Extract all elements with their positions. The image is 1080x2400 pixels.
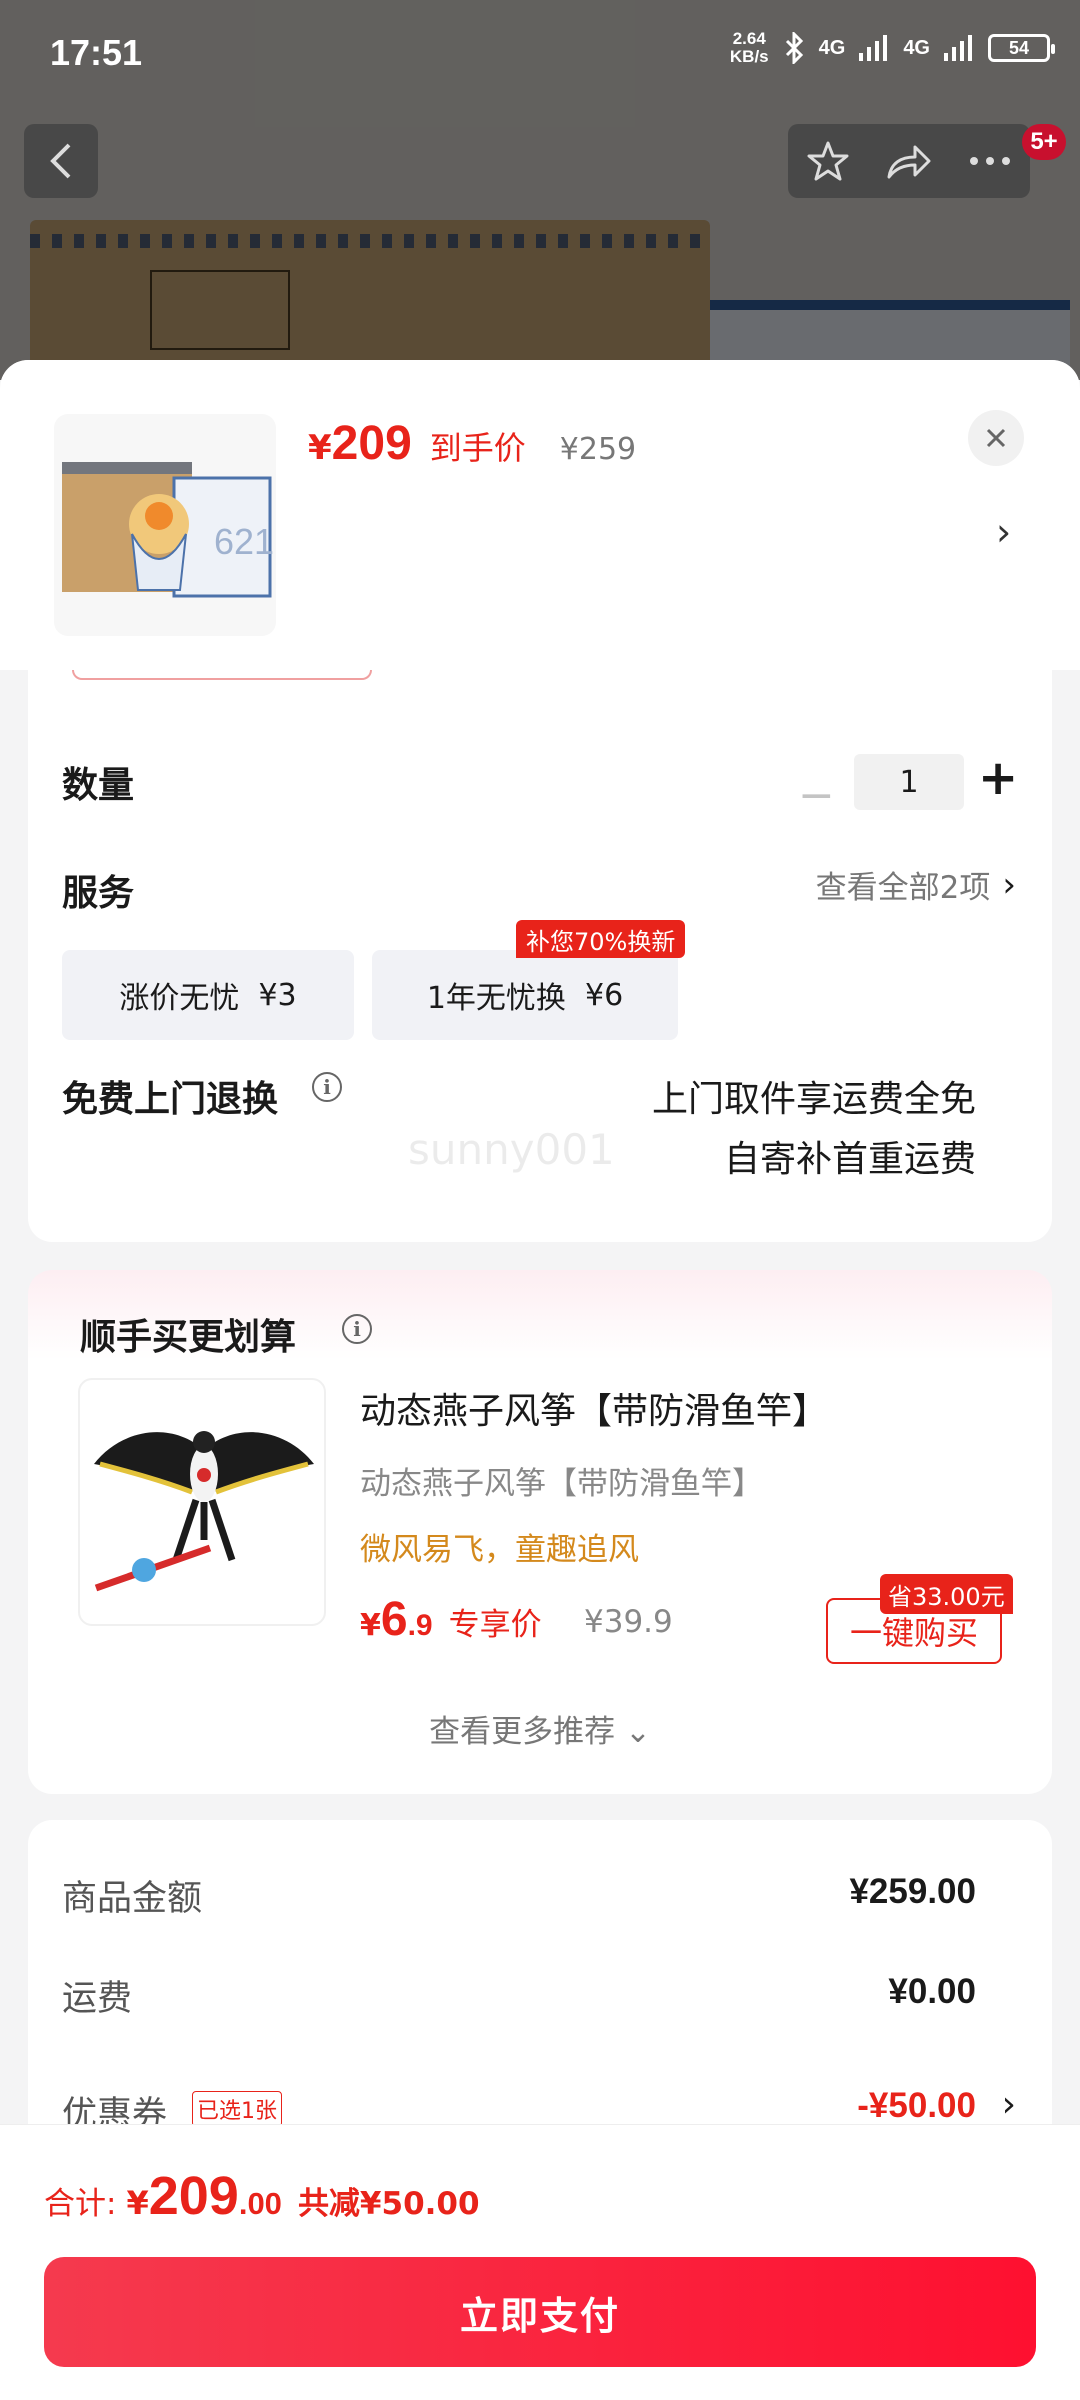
signal-4g-icon: 4G [818,36,846,59]
favorite-star-icon[interactable] [806,139,850,183]
free-return-line2: 自寄补首重运费 [723,1139,976,1180]
final-price-tag: 到手价 [429,429,526,467]
kite-thumbnail[interactable] [78,1378,326,1626]
total-row: 合计: ¥ 209 .00 共减¥50.00 [44,2166,480,2226]
bluetooth-icon [785,32,803,64]
more-recommend-link[interactable]: 查看更多推荐 ⌄ [28,1706,1052,1751]
kite-slogan: 微风易飞，童趣追风 [360,1532,639,1568]
quantity-label: 数量 [62,765,135,806]
final-price: 209 [331,417,412,470]
service-promo-badge: 补您70%换新 [516,920,686,958]
quantity-input[interactable]: 1 [854,754,964,810]
top-action-group [788,124,1030,198]
recommend-card: 顺手买更划算 i 动态燕子风筝【带防滑鱼竿】 动态燕子风筝【带防滑鱼竿】 微风易… [28,1270,1052,1794]
total-amount: 209 [148,2166,239,2226]
recommend-title: 顺手买更划算 [80,1317,297,1358]
kite-image [94,1431,314,1592]
original-price: ¥259 [559,432,637,467]
close-button[interactable] [968,410,1024,466]
info-icon[interactable]: i [312,1072,342,1102]
checkout-sheet: 621 ¥ 209 到手价 ¥259 › 数量 − 1 + 服务 查看全部2项 … [0,360,1080,2400]
quantity-decrease-button[interactable]: − [798,770,835,821]
kite-price: ¥ 6 .9 专享价 [360,1593,542,1646]
savings-badge: 省33.00元 [880,1574,1013,1614]
coupon-value[interactable]: -¥50.00 [857,2086,976,2126]
chevron-down-icon: ⌄ [624,1714,651,1750]
status-time: 17:51 [50,32,143,73]
back-button[interactable] [24,124,98,198]
battery-icon: 54 [988,34,1055,62]
price-row: ¥ 209 到手价 ¥259 [308,417,637,470]
product-image: 621 [62,462,274,598]
more-options-icon[interactable] [968,156,1012,166]
kite-name[interactable]: 动态燕子风筝【带防滑鱼竿】 [360,1382,828,1434]
coupon-selected-badge: 已选1张 [192,2091,282,2127]
options-card: 数量 − 1 + 服务 查看全部2项 › 涨价无忧 ¥3 1年无忧换 ¥6 补您… [28,670,1052,1242]
service-option-price-protect[interactable]: 涨价无忧 ¥3 [62,950,354,1040]
shipping-value: ¥0.00 [888,1972,976,2011]
shipping-label: 运费 [62,1979,133,2019]
product-thumbnail[interactable]: 621 [54,414,276,636]
share-icon[interactable] [885,141,933,181]
signal-bars-icon [944,35,972,61]
svg-text:621: 621 [214,521,274,562]
chevron-right-icon[interactable]: › [996,510,1011,554]
info-icon[interactable]: i [342,1314,372,1344]
kite-subtitle: 动态燕子风筝【带防滑鱼竿】 [360,1466,763,1502]
signal-4g-icon: 4G [903,36,930,59]
free-return-label: 免费上门退换 [62,1079,279,1120]
chevron-right-icon: › [1002,864,1016,905]
goods-amount-value: ¥259.00 [849,1872,976,1911]
quantity-increase-button[interactable]: + [978,750,1018,806]
service-label: 服务 [62,873,135,914]
goods-amount-label: 商品金额 [62,1879,203,1919]
watermark: sunny001 [408,1125,615,1174]
notification-badge: 5+ [1022,124,1066,160]
total-label: 合计: [44,2186,117,2222]
kite-original-price: ¥39.9 [584,1604,673,1640]
sheet-header: 621 ¥ 209 到手价 ¥259 › [0,360,1080,670]
close-icon [986,428,1006,448]
network-speed: 2.64 KB/s [729,29,769,66]
pay-now-button[interactable]: 立即支付 [44,2257,1036,2367]
signal-bars-icon [859,35,888,61]
service-option-replacement[interactable]: 1年无忧换 ¥6 [372,950,678,1040]
chevron-right-icon[interactable]: › [1002,2084,1016,2125]
bottom-pay-bar: 合计: ¥ 209 .00 共减¥50.00 立即支付 [0,2124,1080,2400]
view-all-services-link[interactable]: 查看全部2项 › [816,862,1016,907]
status-bar: 17:51 2.64 KB/s 4G 4G 54 [0,0,1080,110]
chevron-left-icon [50,143,71,179]
free-return-line1: 上门取件享运费全免 [651,1079,976,1120]
total-discount: 共减¥50.00 [297,2186,480,2222]
